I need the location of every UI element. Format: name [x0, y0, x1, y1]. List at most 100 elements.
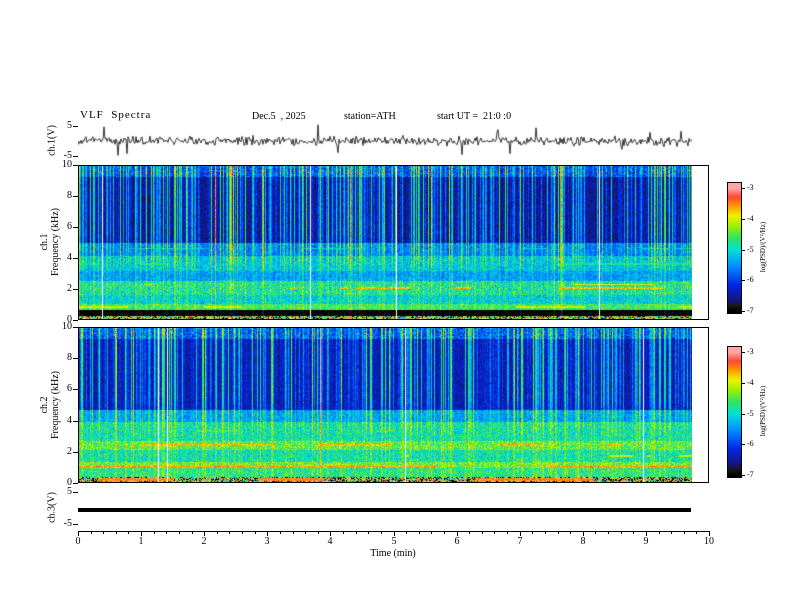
x-minor-tick	[179, 531, 180, 534]
freq-tick-label: 10	[62, 159, 72, 170]
colorbar-tick	[741, 352, 745, 353]
x-tick-label: 6	[454, 536, 460, 547]
colorbar-tick-label: -7	[747, 470, 754, 479]
x-minor-tick	[217, 531, 218, 534]
x-minor-tick	[255, 531, 256, 534]
colorbar2-canvas	[728, 347, 741, 477]
x-minor-tick	[116, 531, 117, 534]
freq-tick	[73, 227, 78, 228]
colorbar1-label: log(PSD)/(V²/Hz)	[759, 221, 767, 273]
colorbar-tick	[741, 475, 745, 476]
x-minor-tick	[343, 531, 344, 534]
x-tick-label: 0	[75, 536, 81, 547]
freq-tick-label: 10	[62, 321, 72, 332]
plot-start-ut: start UT = 21:0 :0	[437, 111, 512, 122]
x-minor-tick	[444, 531, 445, 534]
x-minor-tick	[431, 531, 432, 534]
x-minor-tick	[633, 531, 634, 534]
freq-tick	[73, 421, 78, 422]
volt-tick	[73, 492, 78, 493]
ch1-spectrogram-canvas	[79, 166, 692, 319]
volt-tick-label: -5	[63, 518, 72, 529]
freq-tick-label: 4	[67, 252, 72, 263]
freq-tick-label: 6	[67, 221, 72, 232]
x-tick-label: 4	[327, 536, 333, 547]
ch1-waveform-canvas	[78, 124, 693, 158]
colorbar-tick-label: -5	[747, 409, 754, 418]
freq-tick	[73, 483, 78, 484]
freq-tick-label: 2	[67, 446, 72, 457]
x-minor-tick	[595, 531, 596, 534]
time-axis-title: Time (min)	[370, 548, 416, 559]
ch1-spec-ylabel-line1: ch.1	[39, 233, 50, 251]
colorbar-tick	[741, 188, 745, 189]
colorbar-tick-label: -4	[747, 214, 754, 223]
colorbar-tick	[741, 444, 745, 445]
x-tick-label: 7	[517, 536, 523, 547]
ch2-spec-ylabel-line1: ch.2	[39, 396, 50, 414]
volt-tick	[73, 156, 78, 157]
colorbar-tick	[741, 383, 745, 384]
x-minor-tick	[671, 531, 672, 534]
colorbar-tick-label: -3	[747, 183, 754, 192]
freq-tick	[73, 165, 78, 166]
x-minor-tick	[166, 531, 167, 534]
x-minor-tick	[280, 531, 281, 534]
colorbar-tick-label: -6	[747, 275, 754, 284]
freq-tick-label: 8	[67, 190, 72, 201]
colorbar-tick-label: -5	[747, 245, 754, 254]
x-minor-tick	[696, 531, 697, 534]
freq-tick-label: 2	[67, 283, 72, 294]
colorbar-tick-label: -7	[747, 306, 754, 315]
x-minor-tick	[305, 531, 306, 534]
x-minor-tick	[482, 531, 483, 534]
x-minor-tick	[659, 531, 660, 534]
volt-tick-label: -5	[63, 150, 72, 161]
freq-tick	[73, 327, 78, 328]
x-minor-tick	[154, 531, 155, 534]
x-minor-tick	[242, 531, 243, 534]
colorbar-tick-label: -3	[747, 347, 754, 356]
freq-tick	[73, 258, 78, 259]
x-minor-tick	[507, 531, 508, 534]
x-minor-tick	[91, 531, 92, 534]
x-minor-tick	[621, 531, 622, 534]
colorbar-tick-label: -6	[747, 439, 754, 448]
vlf-spectra-figure: VLF Spectra Dec.5 , 2025 station=ATH sta…	[0, 0, 792, 612]
x-tick-label: 9	[643, 536, 649, 547]
plot-date: Dec.5 , 2025	[252, 111, 306, 122]
x-minor-tick	[406, 531, 407, 534]
freq-tick-label: 8	[67, 352, 72, 363]
x-tick-label: 5	[391, 536, 397, 547]
volt-tick	[73, 524, 78, 525]
x-minor-tick	[570, 531, 571, 534]
colorbar-tick-label: -4	[747, 378, 754, 387]
colorbar1-canvas	[728, 183, 741, 313]
freq-tick	[73, 196, 78, 197]
freq-tick	[73, 320, 78, 321]
x-minor-tick	[532, 531, 533, 534]
colorbar2-label: log(PSD)/(V²/Hz)	[759, 385, 767, 437]
x-minor-tick	[293, 531, 294, 534]
volt-tick-label: 5	[67, 486, 72, 497]
x-minor-tick	[229, 531, 230, 534]
x-minor-tick	[128, 531, 129, 534]
x-minor-tick	[419, 531, 420, 534]
x-minor-tick	[469, 531, 470, 534]
volt-tick	[73, 126, 78, 127]
freq-tick	[73, 389, 78, 390]
plot-station: station=ATH	[344, 111, 396, 122]
colorbar-tick	[741, 311, 745, 312]
x-minor-tick	[558, 531, 559, 534]
colorbar-tick	[741, 250, 745, 251]
x-tick-label: 3	[264, 536, 270, 547]
x-tick-label: 10	[704, 536, 714, 547]
freq-tick-label: 6	[67, 383, 72, 394]
freq-tick	[73, 452, 78, 453]
freq-tick-label: 4	[67, 415, 72, 426]
x-minor-tick	[318, 531, 319, 534]
x-tick-label: 1	[138, 536, 144, 547]
x-minor-tick	[494, 531, 495, 534]
x-minor-tick	[684, 531, 685, 534]
x-minor-tick	[608, 531, 609, 534]
